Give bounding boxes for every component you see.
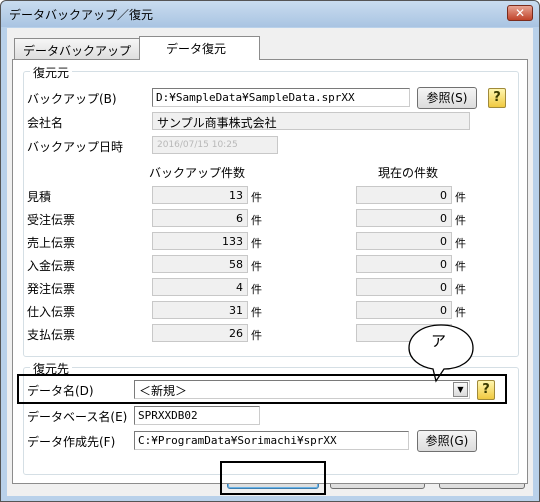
backup-datetime-value: 2016/07/15 10:25: [152, 136, 278, 154]
company-name-value: サンプル商事株式会社: [152, 112, 470, 130]
current-count-value: 0: [356, 301, 452, 319]
data-name-highlight: [17, 374, 507, 404]
row-label: 支払伝票: [27, 328, 76, 342]
current-count-value: 0: [356, 186, 452, 204]
backup-count-value: 26: [152, 324, 248, 342]
backup-count-value: 31: [152, 301, 248, 319]
row-label: 発注伝票: [27, 282, 76, 296]
current-count-value: 0: [356, 232, 452, 250]
backup-count-value: 58: [152, 255, 248, 273]
data-location-label: データ作成先(F): [27, 435, 116, 449]
backup-datetime-label: バックアップ日時: [27, 140, 124, 154]
count-unit: 件: [455, 237, 466, 250]
current-count-value: 0: [356, 209, 452, 227]
count-unit: 件: [251, 191, 262, 204]
row-label: 仕入伝票: [27, 305, 76, 319]
current-count-header: 現在の件数: [378, 166, 439, 180]
count-unit: 件: [251, 260, 262, 273]
backup-file-input[interactable]: D:¥SampleData¥SampleData.sprXX: [152, 88, 410, 107]
row-label: 売上伝票: [27, 236, 76, 250]
backup-count-header: バックアップ件数: [149, 166, 246, 180]
question-help-icon[interactable]: ?: [488, 88, 506, 108]
count-unit: 件: [455, 214, 466, 227]
database-name-input[interactable]: SPRXXDB02: [134, 406, 260, 425]
restore-tab-page: 復元元 バックアップ(B) D:¥SampleData¥SampleData.s…: [12, 59, 528, 484]
source-browse-button[interactable]: 参照(S): [417, 87, 477, 109]
backup-count-value: 133: [152, 232, 248, 250]
backup-count-value: 13: [152, 186, 248, 204]
title-bar[interactable]: データバックアップ／復元 ✕: [1, 1, 539, 27]
window-title: データバックアップ／復元: [9, 8, 154, 22]
current-count-value: 0: [356, 255, 452, 273]
current-count-value: 0: [356, 278, 452, 296]
tab-data-backup[interactable]: データバックアップ: [14, 38, 141, 59]
tab-data-restore[interactable]: データ復元: [139, 36, 260, 60]
source-group-title: 復元元: [30, 64, 73, 81]
callout-label: ア: [431, 332, 447, 350]
count-unit: 件: [455, 283, 466, 296]
company-name-label: 会社名: [27, 116, 64, 130]
destination-browse-button[interactable]: 参照(G): [417, 430, 477, 452]
count-unit: 件: [251, 214, 262, 227]
start-button-highlight: [220, 461, 326, 495]
backup-count-value: 6: [152, 209, 248, 227]
count-unit: 件: [251, 237, 262, 250]
count-unit: 件: [251, 283, 262, 296]
row-label: 受注伝票: [27, 213, 76, 227]
backup-count-value: 4: [152, 278, 248, 296]
restore-dialog-window: データバックアップ／復元 ✕ データバックアップ データ復元 復元元 バックアッ…: [0, 0, 540, 502]
count-unit: 件: [455, 191, 466, 204]
dialog-client-area: データバックアップ データ復元 復元元 バックアップ(B) D:¥SampleD…: [7, 28, 533, 496]
database-name-label: データベース名(E): [27, 410, 128, 424]
data-location-input[interactable]: C:¥ProgramData¥Sorimachi¥sprXX: [134, 431, 409, 450]
row-label: 入金伝票: [27, 259, 76, 273]
backup-file-label: バックアップ(B): [27, 92, 117, 106]
close-button[interactable]: ✕: [507, 5, 533, 21]
count-unit: 件: [251, 329, 262, 342]
row-label: 見積: [27, 190, 52, 204]
count-unit: 件: [455, 260, 466, 273]
count-unit: 件: [455, 306, 466, 319]
count-unit: 件: [251, 306, 262, 319]
